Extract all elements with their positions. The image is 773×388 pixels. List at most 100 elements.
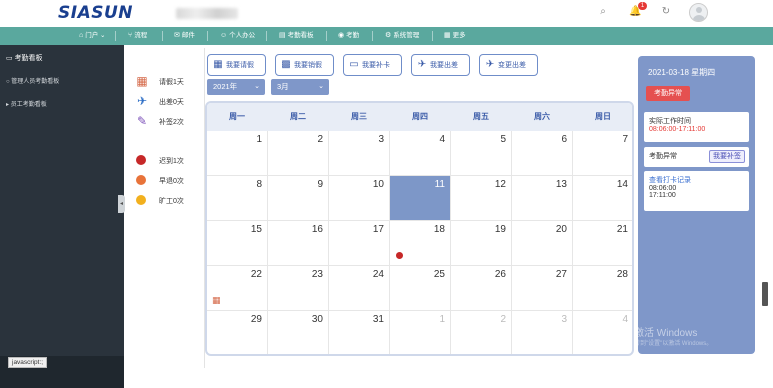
nav-label: 个人办公 <box>229 32 256 39</box>
calendar-day[interactable]: 4 <box>390 131 451 176</box>
calendar-day[interactable]: 8 <box>207 176 268 221</box>
refresh-icon[interactable]: ↻ <box>660 6 672 18</box>
day-number: 23 <box>311 269 323 280</box>
calendar-day-selected[interactable]: 11 <box>390 176 451 221</box>
stat-label: 出差0天 <box>159 99 184 106</box>
calendar-day[interactable]: 1 <box>207 131 268 176</box>
stat-label: 补签2次 <box>159 119 184 126</box>
day-number: 22 <box>250 269 262 280</box>
actual-time-label: 实际工作时间 <box>649 118 691 125</box>
calendar-day[interactable]: 3 <box>329 131 390 176</box>
cancel-leave-button[interactable]: ▩ 我要销假 <box>275 54 334 76</box>
punch-record-card: 查看打卡记录 08:06:00 17:11:00 <box>644 171 749 211</box>
calendar-day[interactable]: 28 <box>573 266 632 311</box>
calendar-day[interactable]: 5 <box>451 131 512 176</box>
nav-divider <box>207 31 208 41</box>
calendar-day[interactable]: 18 <box>390 221 451 266</box>
calendar-day[interactable]: 27 <box>512 266 573 311</box>
company-logo[interactable]: SIASUN <box>58 3 133 23</box>
calendar-day[interactable]: 29 <box>207 311 268 354</box>
calendar-day[interactable]: 16 <box>268 221 329 266</box>
calendar-day[interactable]: 12 <box>451 176 512 221</box>
day-number: 11 <box>434 179 445 190</box>
change-trip-button[interactable]: ✈ 变更出差 <box>479 54 538 76</box>
sidebar-collapse-handle[interactable]: ◂ <box>118 195 125 213</box>
day-number: 7 <box>622 134 628 145</box>
day-detail-panel: 2021-03-18 星期四 考勤异常 实际工作时间 08:06:00-17:1… <box>638 56 755 354</box>
calendar-day[interactable]: 31 <box>329 311 390 354</box>
nav-label: 考勤 <box>346 32 360 39</box>
calendar-day[interactable]: 20 <box>512 221 573 266</box>
day-number: 21 <box>616 224 628 235</box>
calendar-day[interactable]: 7 <box>573 131 632 176</box>
calendar-day[interactable]: 4 <box>573 311 632 354</box>
stat-label: 旷工0次 <box>159 198 184 205</box>
grid-icon: ▦ <box>444 32 451 39</box>
nav-system-admin[interactable]: ⚙ 系统管理 <box>385 27 419 45</box>
day-number: 31 <box>372 314 384 325</box>
punch-supplement-button[interactable]: ▭ 我要补卡 <box>343 54 402 76</box>
calendar-day[interactable]: 17 <box>329 221 390 266</box>
calendar-day[interactable]: 10 <box>329 176 390 221</box>
day-number: 1 <box>439 314 445 325</box>
leave-calendar-icon: ▦ <box>212 295 221 305</box>
chevron-down-icon: ⌄ <box>318 83 324 90</box>
day-number: 10 <box>372 179 384 190</box>
nav-portal[interactable]: ⌂ 门户 ⌄ <box>79 27 106 45</box>
calendar-day[interactable]: 26 <box>451 266 512 311</box>
calendar-day[interactable]: 19 <box>451 221 512 266</box>
flow-icon: ⑂ <box>128 32 133 39</box>
calendar-day[interactable]: 6 <box>512 131 573 176</box>
avatar[interactable] <box>689 3 708 22</box>
late-dot-icon <box>136 155 146 165</box>
calendar-day[interactable]: 3 <box>512 311 573 354</box>
calendar-weekday-header: 周一 周二 周三 周四 周五 周六 周日 <box>207 103 632 131</box>
stat-label: 早退0次 <box>159 178 184 185</box>
nav-attendance-board[interactable]: ▤ 考勤看板 <box>279 27 314 45</box>
punch-record-link[interactable]: 查看打卡记录 <box>649 175 744 185</box>
person-icon: ☺ <box>220 32 228 39</box>
calendar-day[interactable]: 2 <box>451 311 512 354</box>
calendar-day[interactable]: 2 <box>268 131 329 176</box>
sidebar-item-employee-board[interactable]: ▸ 员工考勤看板 <box>6 99 47 108</box>
monitor-icon: ▭ <box>6 55 15 62</box>
calendar-day[interactable]: 25 <box>390 266 451 311</box>
nav-personal-office[interactable]: ☺ 个人办公 <box>220 27 255 45</box>
late-marker-icon <box>396 252 403 259</box>
weekday-mon: 周一 <box>229 112 245 121</box>
nav-attendance[interactable]: ◉ 考勤 <box>338 27 359 45</box>
calendar-day[interactable]: 23 <box>268 266 329 311</box>
scrollbar-handle[interactable] <box>762 282 768 306</box>
calendar-day[interactable]: 13 <box>512 176 573 221</box>
calendar-day[interactable]: 1 <box>390 311 451 354</box>
weekday-sat: 周六 <box>534 112 550 121</box>
day-number: 19 <box>494 224 506 235</box>
button-label: 变更出差 <box>498 61 526 69</box>
status-bar-text: javascript:; <box>8 357 48 368</box>
nav-mail[interactable]: ✉ 邮件 <box>174 27 195 45</box>
nav-flow[interactable]: ⑂ 流程 <box>128 27 147 45</box>
business-trip-button[interactable]: ✈ 我要出差 <box>411 54 470 76</box>
calendar-day[interactable]: 21 <box>573 221 632 266</box>
calendar-day[interactable]: 24 <box>329 266 390 311</box>
sidebar-title[interactable]: ▭ 考勤看板 <box>6 53 43 63</box>
search-icon[interactable]: ⌕ <box>597 6 609 18</box>
day-number: 13 <box>555 179 567 190</box>
month-select-value: 3月 <box>277 82 289 91</box>
supplement-sign-button[interactable]: 我要补签 <box>709 150 745 163</box>
abnormal-card: 考勤异常 我要补签 <box>644 147 749 167</box>
calendar-day[interactable]: 14 <box>573 176 632 221</box>
calendar-day[interactable]: 15 <box>207 221 268 266</box>
nav-more[interactable]: ▦ 更多 <box>444 27 466 45</box>
calendar-day[interactable]: 9 <box>268 176 329 221</box>
calendar-day[interactable]: 30 <box>268 311 329 354</box>
day-number: 6 <box>561 134 567 145</box>
sidebar-item-manager-board[interactable]: ○ 管理人员考勤看板 <box>6 76 59 85</box>
month-select[interactable]: 3月 ⌄ <box>271 79 329 95</box>
year-select[interactable]: 2021年 ⌄ <box>207 79 265 95</box>
abnormal-attendance-button[interactable]: 考勤异常 <box>646 86 690 101</box>
button-label: 我要请假 <box>226 61 254 69</box>
request-leave-button[interactable]: ▦ 我要请假 <box>207 54 266 76</box>
absent-dot-icon <box>136 195 146 205</box>
weekday-tue: 周二 <box>290 112 306 121</box>
